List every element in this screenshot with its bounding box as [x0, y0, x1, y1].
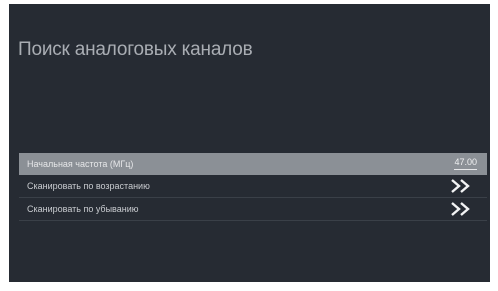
frequency-value-field[interactable]: 47.00 — [454, 157, 477, 170]
double-chevron-right-icon[interactable] — [449, 178, 473, 194]
menu-item-label: Начальная частота (МГц) — [27, 159, 134, 169]
menu-item-scan-descending[interactable]: Сканировать по убыванию — [19, 198, 487, 221]
menu-item-start-frequency[interactable]: Начальная частота (МГц) 47.00 — [19, 153, 487, 175]
menu-item-label: Сканировать по убыванию — [27, 204, 139, 214]
settings-menu: Начальная частота (МГц) 47.00 Сканироват… — [19, 153, 487, 221]
page-title: Поиск аналоговых каналов — [18, 39, 253, 60]
menu-item-label: Сканировать по возрастанию — [27, 181, 150, 191]
double-chevron-right-icon[interactable] — [449, 201, 473, 217]
page: Поиск аналоговых каналов Начальная часто… — [0, 0, 498, 291]
tv-screen: Поиск аналоговых каналов — [9, 4, 490, 282]
menu-item-scan-ascending[interactable]: Сканировать по возрастанию — [19, 175, 487, 198]
